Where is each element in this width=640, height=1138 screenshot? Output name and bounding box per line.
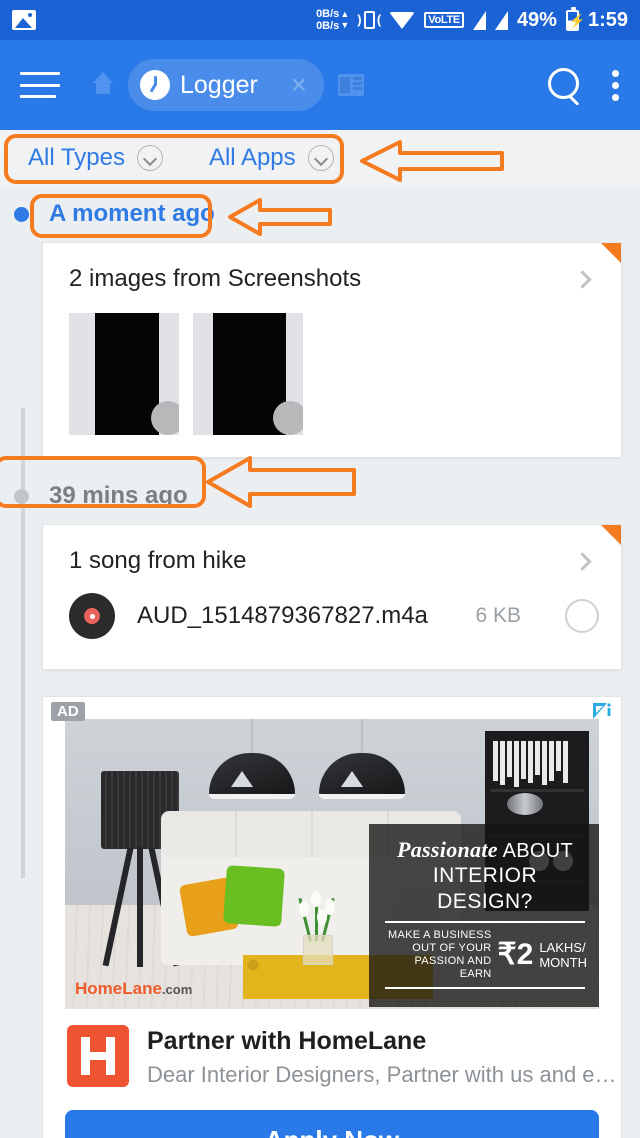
homelane-watermark: HomeLane.com bbox=[75, 979, 192, 999]
chevron-down-icon[interactable] bbox=[136, 145, 163, 171]
ad-flowers bbox=[287, 887, 349, 965]
ad-body: Partner with HomeLane Dear Interior Desi… bbox=[43, 1009, 621, 1094]
ad-overlay-line1-rest: ABOUT bbox=[497, 840, 573, 862]
list-item-song-card[interactable]: 1 song from hike AUD_1514879367827.m4a 6… bbox=[42, 524, 622, 670]
filter-all-apps[interactable]: All Apps bbox=[209, 144, 334, 172]
ad-overlay-left-line3: PASSION AND EARN bbox=[414, 955, 492, 980]
thumbnail-image[interactable] bbox=[69, 313, 179, 435]
vibrate-icon: )( bbox=[357, 11, 382, 29]
net-speed-down: 0B/s bbox=[316, 20, 340, 32]
timestamp-label: 39 mins ago bbox=[49, 482, 188, 509]
ad-overlay-right-line2: MONTH bbox=[539, 955, 587, 970]
39-mins-ago-arrow bbox=[206, 456, 356, 508]
overflow-menu-icon[interactable] bbox=[612, 69, 620, 101]
chevron-right-icon[interactable] bbox=[573, 269, 592, 289]
app-screen: 0B/s 0B/s ▲ ▼ )( VoLTE 49% ⚡ 1:59 Logger … bbox=[0, 0, 640, 1138]
ad-overlay-right-line1: LAKHS/ bbox=[539, 940, 586, 955]
ad-overlay-price: ₹2 bbox=[497, 938, 534, 971]
filter-all-types[interactable]: All Types bbox=[28, 144, 163, 172]
vinyl-record-icon bbox=[69, 593, 115, 639]
ad-card[interactable]: AD Passionate ABOUT INTERIOR DESIGN? MAK… bbox=[42, 696, 622, 1138]
close-icon[interactable]: × bbox=[284, 69, 314, 101]
net-arrows-icon: ▲ ▼ bbox=[340, 9, 350, 30]
watermark-part1: Home bbox=[75, 979, 123, 998]
watermark-part3: .com bbox=[161, 982, 193, 997]
filter-bar-arrow bbox=[360, 140, 504, 182]
ad-overlay-text: Passionate ABOUT INTERIOR DESIGN? MAKE A… bbox=[369, 824, 599, 1007]
toolbar-actions bbox=[548, 68, 620, 102]
signal-icon-sim1 bbox=[472, 10, 486, 30]
image-notification-icon bbox=[12, 10, 36, 30]
timeline-dot bbox=[14, 488, 29, 504]
volte-icon: VoLTE bbox=[424, 12, 464, 28]
ad-overlay-left-line2: OUT OF YOUR bbox=[412, 942, 492, 954]
wifi-icon bbox=[389, 11, 416, 29]
timeline-dot bbox=[14, 206, 29, 222]
ad-overlay-line2: INTERIOR DESIGN? bbox=[432, 864, 538, 913]
thumbnail-image[interactable] bbox=[193, 313, 303, 435]
signal-icon-sim2 bbox=[494, 10, 508, 30]
status-bar-left bbox=[12, 10, 36, 30]
chevron-right-icon[interactable] bbox=[573, 551, 592, 571]
battery-charging-icon: ⚡ bbox=[565, 6, 585, 31]
ad-overlay-line1-emph: Passionate bbox=[397, 837, 498, 862]
tab-logger-label: Logger bbox=[180, 70, 258, 99]
status-bar: 0B/s 0B/s ▲ ▼ )( VoLTE 49% ⚡ 1:59 bbox=[0, 0, 640, 40]
clock-icon bbox=[140, 70, 170, 100]
list-item-images-card[interactable]: 2 images from Screenshots bbox=[42, 242, 622, 458]
network-speed-indicator: 0B/s 0B/s ▲ ▼ bbox=[316, 8, 349, 32]
clock-label: 1:59 bbox=[587, 8, 628, 31]
timestamp-label: A moment ago bbox=[49, 200, 215, 227]
card-header: 2 images from Screenshots bbox=[43, 243, 621, 305]
app-toolbar: Logger × bbox=[0, 40, 640, 130]
ad-overlay-left-text: MAKE A BUSINESS OUT OF YOUR PASSION AND … bbox=[383, 929, 492, 981]
watermark-part2: Lane bbox=[122, 979, 162, 998]
a-moment-ago-arrow bbox=[228, 198, 332, 236]
net-speed-up: 0B/s bbox=[316, 8, 340, 20]
homelane-logo-icon bbox=[67, 1025, 129, 1087]
corner-marker-icon bbox=[601, 525, 621, 545]
file-name: AUD_1514879367827.m4a bbox=[137, 602, 428, 629]
home-icon[interactable] bbox=[90, 72, 116, 98]
ad-title: Partner with HomeLane bbox=[147, 1027, 427, 1055]
filter-all-apps-label: All Apps bbox=[208, 144, 296, 171]
tab-logger[interactable]: Logger × bbox=[128, 59, 324, 111]
ad-cushion-green bbox=[223, 865, 285, 927]
memory-card-icon[interactable] bbox=[337, 74, 364, 96]
card-title: 2 images from Screenshots bbox=[69, 265, 362, 292]
filter-bar: All Types All Apps bbox=[0, 130, 640, 186]
battery-percent-label: 49% bbox=[516, 8, 557, 31]
ad-overlay-left-line1: MAKE A BUSINESS bbox=[388, 929, 492, 941]
file-size: 6 KB bbox=[475, 604, 521, 627]
ad-overlay-right-text: LAKHS/ MONTH bbox=[539, 940, 587, 970]
filter-all-types-label: All Types bbox=[28, 144, 125, 171]
ad-description: Dear Interior Designers, Partner with us… bbox=[147, 1062, 617, 1087]
corner-marker-icon bbox=[601, 243, 621, 263]
search-icon[interactable] bbox=[548, 68, 582, 102]
timeline-list: A moment ago 2 images from Screenshots 3… bbox=[0, 186, 640, 1138]
card-header: 1 song from hike bbox=[43, 525, 621, 587]
chevron-down-icon[interactable] bbox=[307, 145, 334, 171]
hamburger-menu-icon[interactable] bbox=[20, 72, 60, 98]
unchecked-circle-icon[interactable] bbox=[565, 599, 599, 633]
ad-badge: AD bbox=[51, 702, 85, 721]
card-title: 1 song from hike bbox=[69, 547, 247, 574]
status-bar-right: 0B/s 0B/s ▲ ▼ )( VoLTE 49% ⚡ 1:59 bbox=[316, 6, 628, 32]
apply-now-button[interactable]: Apply Now bbox=[65, 1110, 599, 1138]
thumbnail-strip bbox=[43, 305, 621, 457]
ad-banner-image[interactable]: Passionate ABOUT INTERIOR DESIGN? MAKE A… bbox=[65, 719, 599, 1009]
file-row[interactable]: AUD_1514879367827.m4a 6 KB bbox=[43, 587, 621, 669]
adchoices-icon[interactable] bbox=[591, 701, 613, 728]
